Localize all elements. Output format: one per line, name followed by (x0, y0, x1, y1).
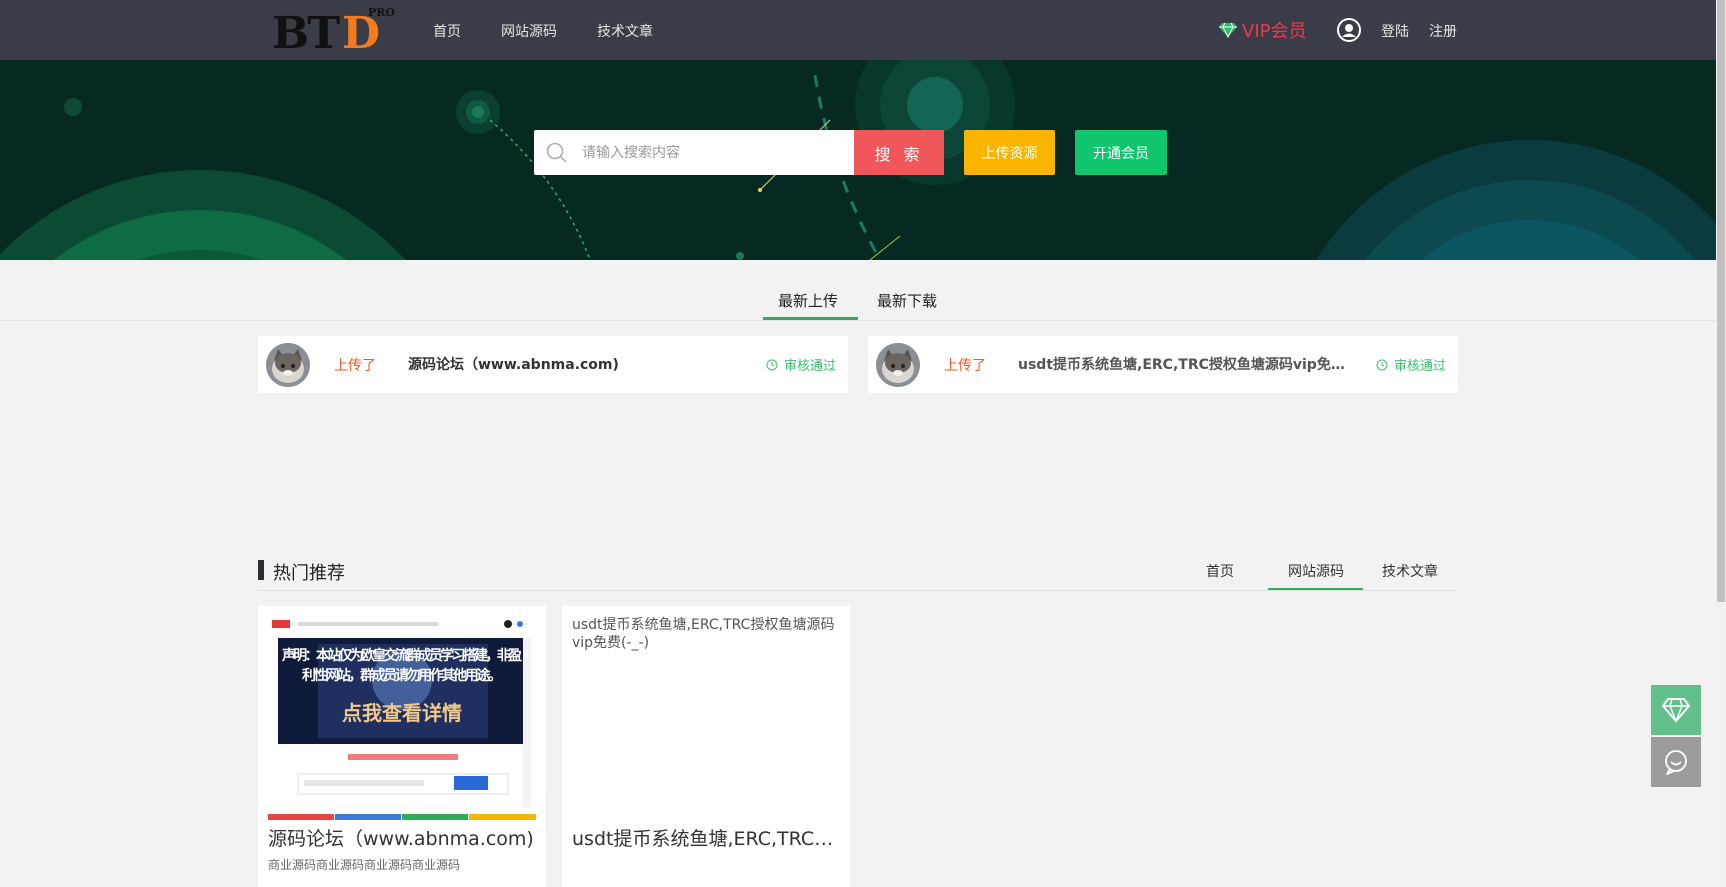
hot-tab-website-source[interactable]: 网站源码 (1288, 561, 1344, 581)
thumb-line1: 声明：本站仅为欧皇交流群成员学习搭建，非盈 (281, 647, 522, 664)
clock-icon (766, 359, 778, 370)
avatar[interactable] (266, 343, 310, 387)
nav-tech-articles[interactable]: 技术文章 (597, 21, 653, 41)
user-icon[interactable] (1337, 18, 1361, 42)
avatar[interactable] (876, 343, 920, 387)
status-text: 审核通过 (1393, 359, 1446, 374)
review-status: 审核通过 (1376, 355, 1446, 374)
hero-banner: 搜 索 上传资源 开通会员 (0, 60, 1716, 260)
product-card[interactable]: 声明：本站仅为欧皇交流群成员学习搭建，非盈 利性网站，群成员请勿用作其他用途。 … (258, 606, 546, 887)
diamond-icon (1219, 22, 1237, 38)
clock-icon (1376, 359, 1388, 370)
login-link[interactable]: 登陆 (1381, 21, 1409, 41)
upload-item[interactable]: 上传了 源码论坛（www.abnma.com) 审核通过 (258, 336, 848, 393)
scrollbar-thumb[interactable] (1717, 0, 1725, 602)
thumb-line2: 利性网站，群成员请勿用作其他用途。 (302, 667, 502, 684)
tabs-divider (0, 320, 1716, 321)
nav-website-source[interactable]: 网站源码 (501, 21, 557, 41)
product-description: 商业源码商业源码商业源码商业源码 (268, 858, 461, 872)
logo-pro: PRO (368, 6, 395, 19)
product-title[interactable]: usdt提币系统鱼塘,ERC,TRC授权鱼塘源码vip免费(-_-) (572, 824, 842, 851)
broken-image-alt-text[interactable]: usdt提币系统鱼塘,ERC,TRC授权鱼塘源码vip免费(-_-) (572, 616, 842, 652)
vip-member-link[interactable]: VIP会员 (1218, 18, 1306, 42)
cat-avatar-image (876, 343, 920, 387)
tab-latest-upload[interactable]: 最新上传 (778, 290, 838, 311)
tab-latest-download[interactable]: 最新下载 (877, 290, 937, 311)
thumbnail-image: 声明：本站仅为欧皇交流群成员学习搭建，非盈 利性网站，群成员请勿用作其他用途。 … (268, 614, 536, 822)
search-icon (546, 142, 567, 163)
hot-tab-home[interactable]: 首页 (1206, 561, 1234, 581)
product-thumbnail[interactable]: 声明：本站仅为欧皇交流群成员学习搭建，非盈 利性网站，群成员请勿用作其他用途。 … (268, 614, 536, 822)
nav-home[interactable]: 首页 (433, 21, 461, 41)
upload-resource-button[interactable]: 上传资源 (964, 130, 1055, 175)
section-marker (258, 560, 264, 580)
register-link[interactable]: 注册 (1429, 21, 1457, 41)
uploaded-label: 上传了 (944, 358, 986, 374)
logo-bt: BT (272, 8, 340, 59)
thumb-cta: 点我查看详情 (342, 701, 462, 725)
float-vip-button[interactable] (1651, 685, 1701, 735)
search-button[interactable]: 搜 索 (854, 130, 944, 175)
search-input[interactable] (582, 130, 844, 175)
uploaded-label: 上传了 (334, 358, 376, 374)
review-status: 审核通过 (766, 355, 836, 374)
upload-title[interactable]: 源码论坛（www.abnma.com) (408, 354, 728, 374)
page-scrollbar[interactable] (1716, 0, 1726, 887)
hot-divider (258, 590, 1458, 591)
float-chat-button[interactable] (1651, 737, 1701, 787)
hot-tab-tech-articles[interactable]: 技术文章 (1382, 561, 1438, 581)
site-logo[interactable]: BT D PRO (272, 6, 402, 59)
top-navigation-bar: BT D PRO 首页 网站源码 技术文章 VIP会员 登陆 注册 (0, 0, 1716, 60)
vip-label: VIP会员 (1242, 21, 1307, 42)
open-membership-button[interactable]: 开通会员 (1075, 130, 1167, 175)
upload-title[interactable]: usdt提币系统鱼塘,ERC,TRC授权鱼塘源码vip免费(-_-) (1018, 354, 1348, 374)
upload-item[interactable]: 上传了 usdt提币系统鱼塘,ERC,TRC授权鱼塘源码vip免费(-_-) 审… (868, 336, 1458, 393)
product-card[interactable]: usdt提币系统鱼塘,ERC,TRC授权鱼塘源码vip免费(-_-) usdt提… (562, 606, 850, 887)
hot-recommend-title: 热门推荐 (273, 563, 345, 584)
search-box (534, 130, 854, 175)
cat-avatar-image (266, 343, 310, 387)
chat-icon (1665, 750, 1687, 775)
diamond-icon (1662, 698, 1690, 723)
product-title[interactable]: 源码论坛（www.abnma.com) (268, 824, 538, 851)
status-text: 审核通过 (783, 359, 836, 374)
